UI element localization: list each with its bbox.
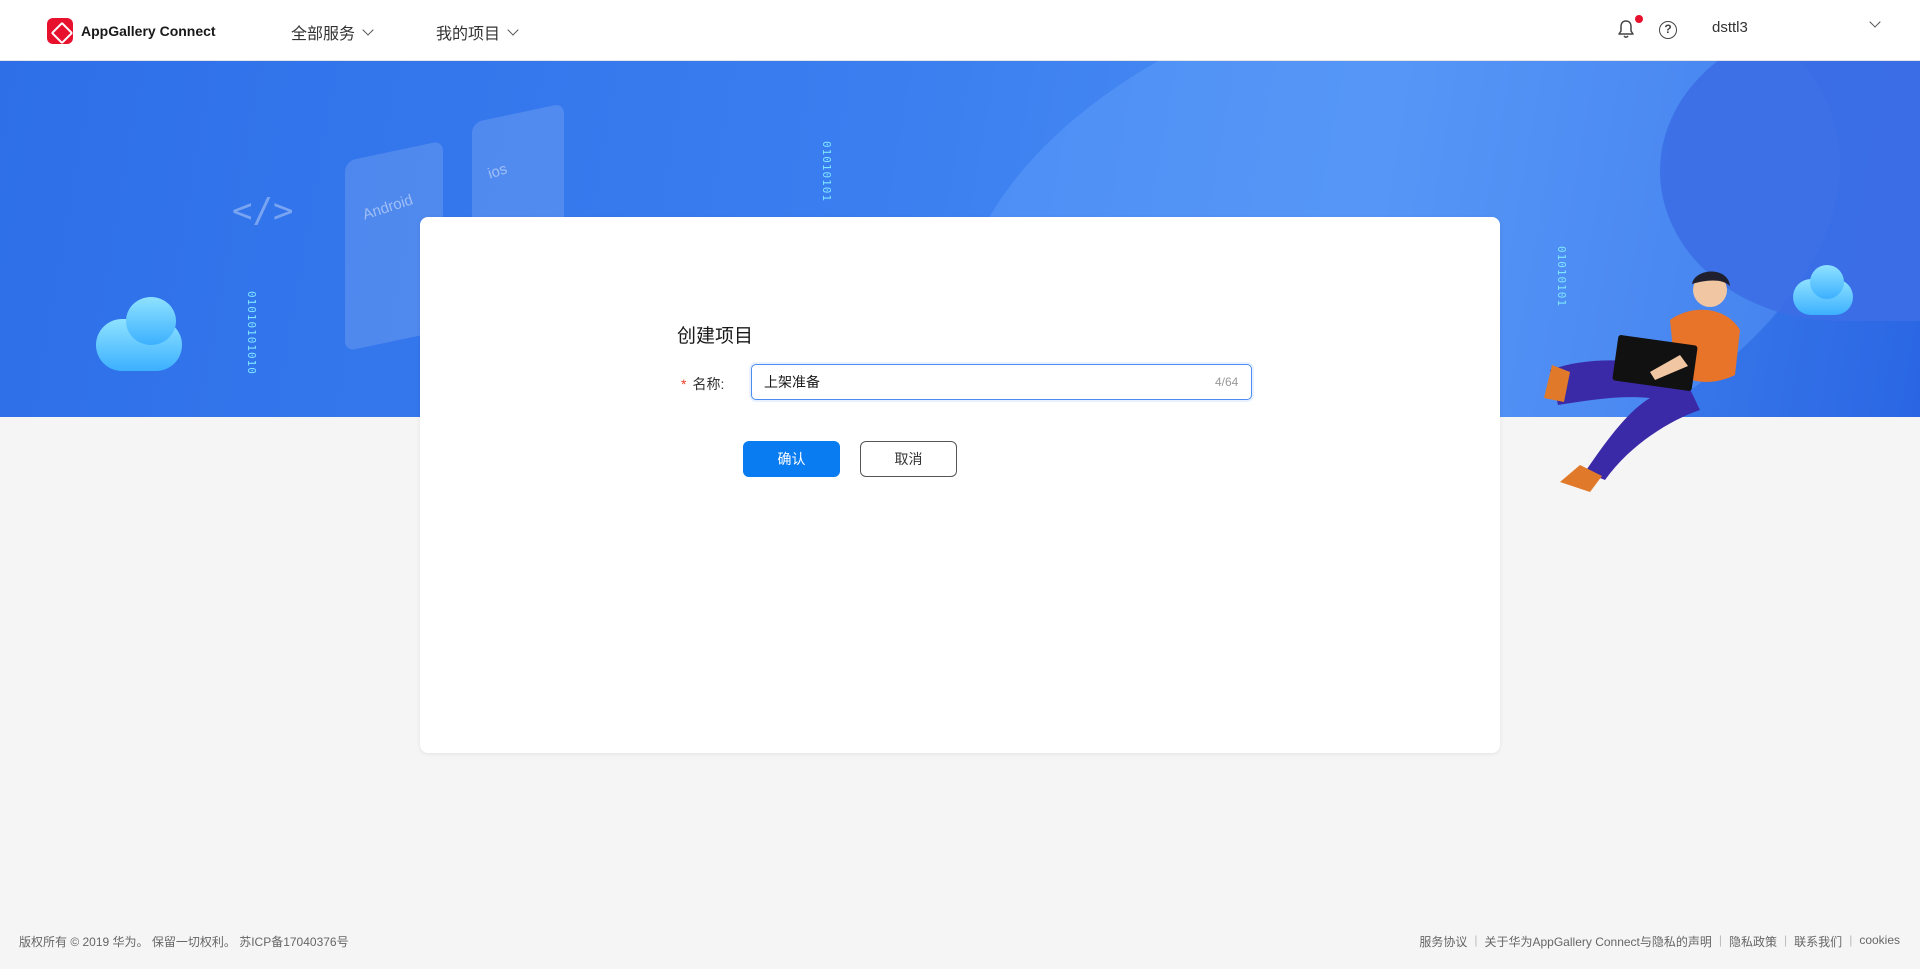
top-navigation-bar: AppGallery Connect 全部服务 我的项目 ? dsttl3 xyxy=(0,0,1920,61)
cloud-icon xyxy=(126,297,176,345)
binary-decoration: 01010101010 xyxy=(245,291,258,375)
footer-link-service-agreement[interactable]: 服务协议 xyxy=(1419,933,1467,950)
nav-all-services[interactable]: 全部服务 xyxy=(291,20,374,44)
notification-badge xyxy=(1635,15,1643,23)
create-project-card: 创建项目 * 名称: 4/64 确认 取消 xyxy=(420,217,1500,753)
confirm-button[interactable]: 确认 xyxy=(743,441,840,477)
notification-bell-icon[interactable] xyxy=(1617,19,1635,39)
app-name: AppGallery Connect xyxy=(81,23,216,39)
footer-divider: | xyxy=(1784,933,1788,947)
nav-my-projects[interactable]: 我的项目 xyxy=(436,20,519,44)
required-asterisk: * xyxy=(681,376,687,392)
cancel-button[interactable]: 取消 xyxy=(860,441,957,477)
footer-divider: | xyxy=(1849,933,1853,947)
footer-link-privacy-statement[interactable]: 关于华为AppGallery Connect与隐私的声明 xyxy=(1485,933,1712,950)
footer-links: 服务协议 | 关于华为AppGallery Connect与隐私的声明 | 隐私… xyxy=(1419,933,1900,950)
chevron-down-icon xyxy=(362,23,374,36)
name-field-label: * 名称: xyxy=(681,374,724,394)
chevron-down-icon xyxy=(507,23,519,36)
nav-all-services-label: 全部服务 xyxy=(291,26,356,43)
help-icon[interactable]: ? xyxy=(1659,21,1677,39)
name-label-text: 名称: xyxy=(692,376,725,392)
footer-link-privacy-policy[interactable]: 隐私政策 xyxy=(1729,933,1777,950)
footer-divider: | xyxy=(1718,933,1723,947)
binary-decoration: 01010101 xyxy=(820,141,833,202)
footer-divider: | xyxy=(1474,933,1478,947)
cloud-icon xyxy=(1810,265,1844,299)
footer-link-cookies[interactable]: cookies xyxy=(1859,933,1900,950)
user-menu[interactable]: dsttl3 xyxy=(1712,19,1748,36)
code-brackets-icon: </> xyxy=(232,191,294,231)
appgallery-logo-icon xyxy=(47,18,73,44)
nav-my-projects-label: 我的项目 xyxy=(436,26,501,43)
project-name-input[interactable] xyxy=(751,364,1252,400)
user-menu-chevron-icon[interactable] xyxy=(1869,16,1881,28)
footer-copyright: 版权所有 © 2019 华为。 保留一切权利。 苏ICP备17040376号 xyxy=(19,935,349,949)
footer-link-contact-us[interactable]: 联系我们 xyxy=(1794,933,1842,950)
page-title: 创建项目 xyxy=(677,326,754,347)
character-counter: 4/64 xyxy=(1215,375,1239,389)
app-logo[interactable]: AppGallery Connect xyxy=(47,18,216,44)
developer-illustration xyxy=(1544,271,1740,492)
